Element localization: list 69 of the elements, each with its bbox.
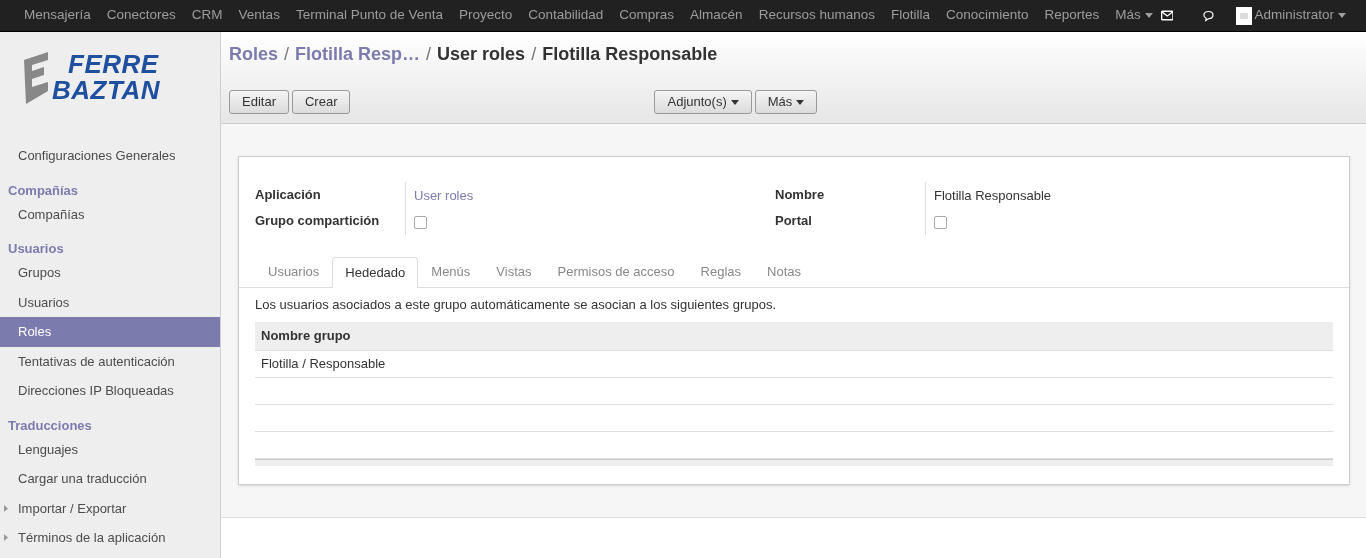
- sidebar-item[interactable]: Tentativas de autenticación: [0, 346, 220, 376]
- menu-item[interactable]: Terminal Punto de Venta: [287, 5, 451, 26]
- tab[interactable]: Usuarios: [255, 257, 333, 287]
- more-button[interactable]: Más: [754, 90, 818, 114]
- caret-icon: [1338, 13, 1346, 18]
- user-menu[interactable]: Administrator: [1254, 5, 1346, 26]
- checkbox[interactable]: [414, 215, 427, 229]
- sidebar-item[interactable]: Roles: [0, 317, 220, 347]
- sidebar-item[interactable]: Compañías: [0, 199, 220, 229]
- sidebar-section-title: Compañías: [7, 181, 80, 200]
- expand-icon: [4, 504, 8, 512]
- create-button[interactable]: Crear: [291, 90, 351, 114]
- menu-item[interactable]: Ventas: [230, 5, 288, 26]
- breadcrumb[interactable]: Roles: [229, 40, 279, 68]
- tab[interactable]: Hededado: [332, 257, 419, 288]
- sidebar-item[interactable]: Grupos: [0, 258, 220, 288]
- table-cell-text: Flotilla / Responsable: [260, 354, 386, 373]
- caret-icon: [796, 99, 805, 105]
- attachments-button[interactable]: Adjunto(s): [654, 90, 752, 114]
- breadcrumb-separator: /: [531, 42, 537, 66]
- breadcrumb-separator: /: [284, 42, 290, 66]
- menu-item[interactable]: Proyecto: [451, 5, 521, 26]
- menu-item[interactable]: Reportes: [1036, 5, 1108, 26]
- field-value: Flotilla Responsable: [934, 187, 1052, 206]
- sidebar-item[interactable]: Direcciones IP Bloqueadas: [0, 376, 220, 406]
- caret-icon: [1144, 13, 1153, 18]
- tab[interactable]: Notas: [754, 257, 814, 287]
- more-menu[interactable]: Más: [1107, 5, 1161, 26]
- breadcrumb: Flotilla Responsable: [542, 42, 718, 66]
- tab[interactable]: Permisos de acceso: [544, 257, 688, 287]
- menu-item[interactable]: CRM: [183, 5, 231, 26]
- mail-icon[interactable]: [1160, 10, 1174, 21]
- menu-item[interactable]: Flotilla: [882, 5, 938, 26]
- column-header[interactable]: Nombre grupo: [255, 325, 351, 346]
- sidebar-item[interactable]: Términos de la aplicación: [0, 523, 220, 553]
- tab-description: Los usuarios asociados a este grupo automáticamente se asocian a los siguientes grupos.: [255, 296, 778, 314]
- sidebar-item[interactable]: Usuarios: [0, 287, 220, 317]
- field-label: Grupo compartición: [255, 212, 381, 231]
- field-label: Aplicación: [255, 186, 322, 205]
- breadcrumb: User roles: [437, 42, 526, 66]
- tab[interactable]: Menús: [418, 257, 484, 287]
- tab[interactable]: Reglas: [687, 257, 755, 287]
- sidebar-item[interactable]: Importar / Exportar: [0, 493, 220, 523]
- menu-item[interactable]: Conectores: [98, 5, 184, 26]
- menu-item[interactable]: Conocimiento: [937, 5, 1037, 26]
- menu-item[interactable]: Mensajería: [16, 5, 99, 26]
- expand-icon: [4, 534, 8, 542]
- caret-icon: [730, 99, 739, 105]
- sidebar-section-title: Traducciones: [7, 416, 93, 435]
- menu-item[interactable]: Recursos humanos: [750, 5, 883, 26]
- sidebar-section-title: Usuarios: [7, 240, 65, 258]
- edit-button[interactable]: Editar: [229, 90, 289, 114]
- menu-item[interactable]: Almacén: [682, 5, 751, 26]
- chat-icon[interactable]: [1203, 9, 1217, 22]
- tab[interactable]: Vistas: [483, 257, 545, 287]
- sidebar-item[interactable]: Lenguajes: [0, 434, 220, 464]
- sidebar-item[interactable]: Cargar una traducción: [0, 464, 220, 494]
- avatar-icon: [1236, 6, 1253, 25]
- field-label: Nombre: [775, 186, 826, 205]
- logo-icon: [22, 50, 50, 104]
- breadcrumb-separator: /: [426, 42, 432, 66]
- menu-item[interactable]: Contabilidad: [520, 5, 612, 26]
- field-label: Portal: [775, 212, 813, 231]
- checkbox[interactable]: [934, 215, 947, 229]
- menu-item[interactable]: Compras: [611, 5, 683, 26]
- sidebar-item[interactable]: Configuraciones Generales: [0, 141, 220, 171]
- logo-text: FERRE BAZTAN: [52, 51, 160, 103]
- field-link[interactable]: User roles: [414, 186, 474, 206]
- breadcrumb[interactable]: Flotilla Resp…: [295, 40, 421, 68]
